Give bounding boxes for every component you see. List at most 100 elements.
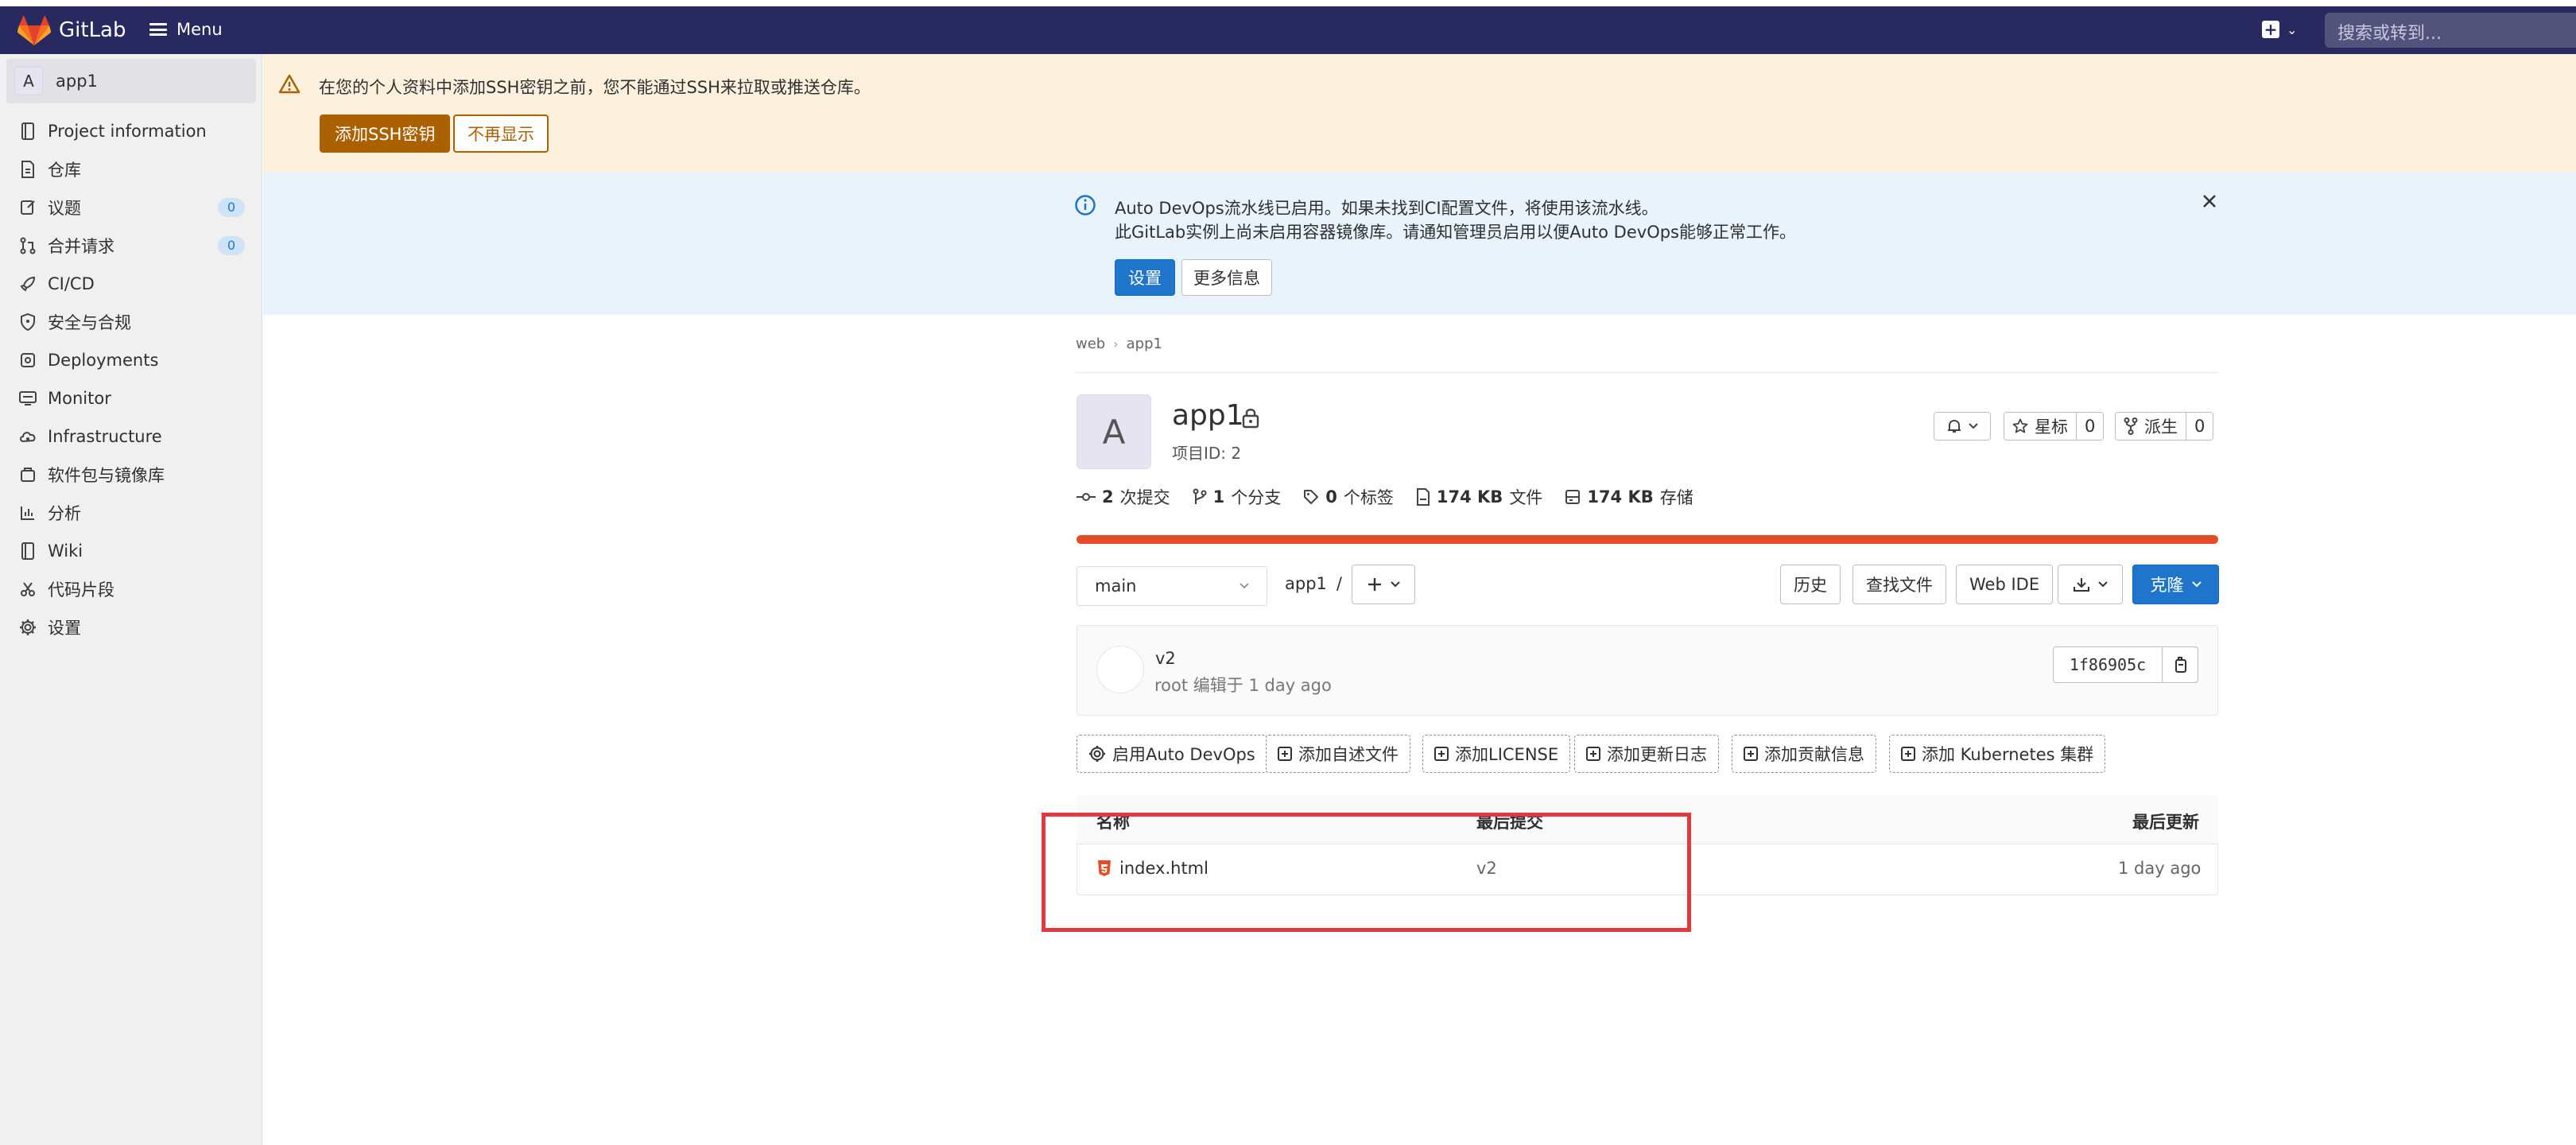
- rocket-icon: [19, 275, 37, 293]
- doc-icon: [19, 161, 37, 178]
- gitlab-logo-icon[interactable]: [17, 16, 51, 46]
- branch-name: main: [1095, 576, 1137, 596]
- plus-icon: [1368, 578, 1381, 591]
- clone-button[interactable]: 克隆: [2132, 565, 2219, 604]
- notification-dropdown[interactable]: [1934, 412, 1991, 441]
- star-count[interactable]: 0: [2076, 413, 2103, 440]
- add-to-tree-dropdown[interactable]: [1352, 565, 1415, 604]
- history-button[interactable]: 历史: [1780, 565, 1841, 604]
- sidebar-item-ci-cd[interactable]: CI/CD: [0, 265, 262, 303]
- sidebar-item-snippets[interactable]: 代码片段: [0, 570, 262, 608]
- clone-label: 克隆: [2150, 576, 2184, 595]
- commit-sha[interactable]: 1f86905c: [2053, 646, 2163, 683]
- sidebar-item-merge-requests[interactable]: 合并请求 0: [0, 227, 262, 265]
- stat-label: 个标签: [1343, 488, 1394, 507]
- sidebar-project[interactable]: A app1: [6, 59, 256, 103]
- project-avatar: A: [1077, 394, 1151, 469]
- sidebar-item-deployments[interactable]: Deployments: [0, 341, 262, 379]
- sidebar-item-wiki[interactable]: Wiki: [0, 532, 262, 570]
- breadcrumb-project[interactable]: app1: [1127, 336, 1162, 352]
- star-label: 星标: [2035, 417, 2068, 437]
- more-info-button[interactable]: 更多信息: [1181, 259, 1272, 296]
- chevron-down-icon[interactable]: ⌄: [2287, 22, 2297, 37]
- sidebar-item-infrastructure[interactable]: Infrastructure: [0, 417, 262, 456]
- repo-path-root[interactable]: app1: [1285, 574, 1327, 593]
- chevron-down-icon: [2191, 581, 2202, 588]
- branch-selector[interactable]: main: [1077, 566, 1267, 606]
- fork-button[interactable]: 派生 0: [2115, 412, 2214, 441]
- chevron-down-icon: [1240, 583, 1249, 589]
- suggestion-label: 添加更新日志: [1607, 745, 1707, 764]
- suggestion-label: 启用Auto DevOps: [1112, 745, 1255, 764]
- monitor-icon: [19, 390, 37, 407]
- fork-icon: [2124, 417, 2138, 435]
- sidebar-item-monitor[interactable]: Monitor: [0, 379, 262, 417]
- issues-count-badge: 0: [218, 198, 245, 217]
- project-id: 项目ID: 2: [1172, 444, 1242, 463]
- language-bar[interactable]: [1077, 535, 2218, 544]
- fork-count[interactable]: 0: [2186, 413, 2213, 440]
- info-icon: [1075, 195, 1096, 215]
- file-last-update: 1 day ago: [2118, 859, 2202, 878]
- suggestion-label: 添加贡献信息: [1764, 745, 1864, 764]
- stat-commits[interactable]: 2 次提交: [1077, 485, 1170, 509]
- star-button[interactable]: 星标 0: [2004, 412, 2105, 441]
- chevron-down-icon: [2098, 581, 2108, 588]
- close-icon[interactable]: [2199, 191, 2220, 212]
- sidebar-item-label: 仓库: [48, 161, 81, 180]
- stat-value: 174 KB: [1587, 487, 1654, 507]
- dont-show-again-button[interactable]: 不再显示: [453, 114, 549, 153]
- menu-label: Menu: [177, 20, 223, 39]
- sidebar-item-repository[interactable]: 仓库: [0, 150, 262, 188]
- brand-name[interactable]: GitLab: [59, 18, 126, 42]
- chevron-down-icon: [1969, 423, 1978, 429]
- plus-square-icon: [1434, 747, 1449, 761]
- annotation-highlight-box: [1042, 813, 1691, 932]
- sidebar-item-label: 代码片段: [48, 580, 114, 600]
- sidebar-project-name: app1: [56, 72, 98, 91]
- stat-label: 个分支: [1231, 488, 1282, 507]
- sidebar-item-label: 安全与合规: [48, 313, 131, 332]
- commit-title[interactable]: v2: [1155, 649, 1176, 668]
- sidebar-item-security[interactable]: 安全与合规: [0, 303, 262, 341]
- add-contributing-button[interactable]: 添加贡献信息: [1732, 735, 1876, 773]
- project-avatar-small: A: [14, 67, 43, 95]
- stat-label: 次提交: [1119, 488, 1170, 507]
- sidebar-item-issues[interactable]: 议题 0: [0, 188, 262, 227]
- info-book-icon: [19, 122, 37, 140]
- stat-files[interactable]: 174 KB 文件: [1416, 485, 1542, 509]
- sidebar-item-label: Wiki: [48, 541, 83, 561]
- search-input[interactable]: 搜索或转到...: [2325, 13, 2576, 48]
- stat-storage: 174 KB 存储: [1565, 485, 1693, 509]
- devops-alert-line2: 此GitLab实例上尚未启用容器镜像库。请通知管理员启用以便Auto DevOp…: [1115, 223, 1796, 242]
- find-file-button[interactable]: 查找文件: [1852, 565, 1946, 604]
- menu-button[interactable]: Menu: [149, 17, 223, 41]
- sidebar-item-project-information[interactable]: Project information: [0, 112, 262, 150]
- sidebar-item-settings[interactable]: 设置: [0, 608, 262, 646]
- add-kubernetes-cluster-button[interactable]: 添加 Kubernetes 集群: [1889, 735, 2106, 773]
- download-dropdown[interactable]: [2058, 565, 2123, 604]
- enable-auto-devops-button[interactable]: 启用Auto DevOps: [1077, 735, 1267, 773]
- stat-tags[interactable]: 0 个标签: [1303, 485, 1394, 509]
- copy-sha-button[interactable]: [2162, 646, 2198, 683]
- add-license-button[interactable]: 添加LICENSE: [1422, 735, 1571, 773]
- sidebar-item-label: CI/CD: [48, 274, 95, 293]
- add-ssh-key-button[interactable]: 添加SSH密钥: [320, 114, 451, 153]
- breadcrumb-group[interactable]: web: [1076, 336, 1105, 352]
- sidebar-item-packages[interactable]: 软件包与镜像库: [0, 456, 262, 494]
- sidebar: A app1 Project information 仓库 议题 0 合并请求 …: [0, 54, 262, 1145]
- add-readme-button[interactable]: 添加自述文件: [1266, 735, 1410, 773]
- suggestion-label: 添加 Kubernetes 集群: [1922, 745, 2094, 764]
- ssh-alert-text: 在您的个人资料中添加SSH密钥之前，您不能通过SSH来拉取或推送仓库。: [319, 78, 871, 97]
- copy-icon: [2175, 657, 2186, 673]
- devops-settings-button[interactable]: 设置: [1115, 259, 1175, 296]
- stat-label: 文件: [1509, 488, 1543, 507]
- merge-requests-count-badge: 0: [218, 236, 245, 255]
- web-ide-button[interactable]: Web IDE: [1956, 565, 2054, 604]
- avatar[interactable]: [1096, 646, 1144, 693]
- stat-branches[interactable]: 1 个分支: [1193, 485, 1282, 509]
- plus-square-icon: [1586, 747, 1600, 761]
- add-changelog-button[interactable]: 添加更新日志: [1574, 735, 1719, 773]
- sidebar-item-analytics[interactable]: 分析: [0, 494, 262, 532]
- plus-square-icon[interactable]: +: [2262, 21, 2279, 38]
